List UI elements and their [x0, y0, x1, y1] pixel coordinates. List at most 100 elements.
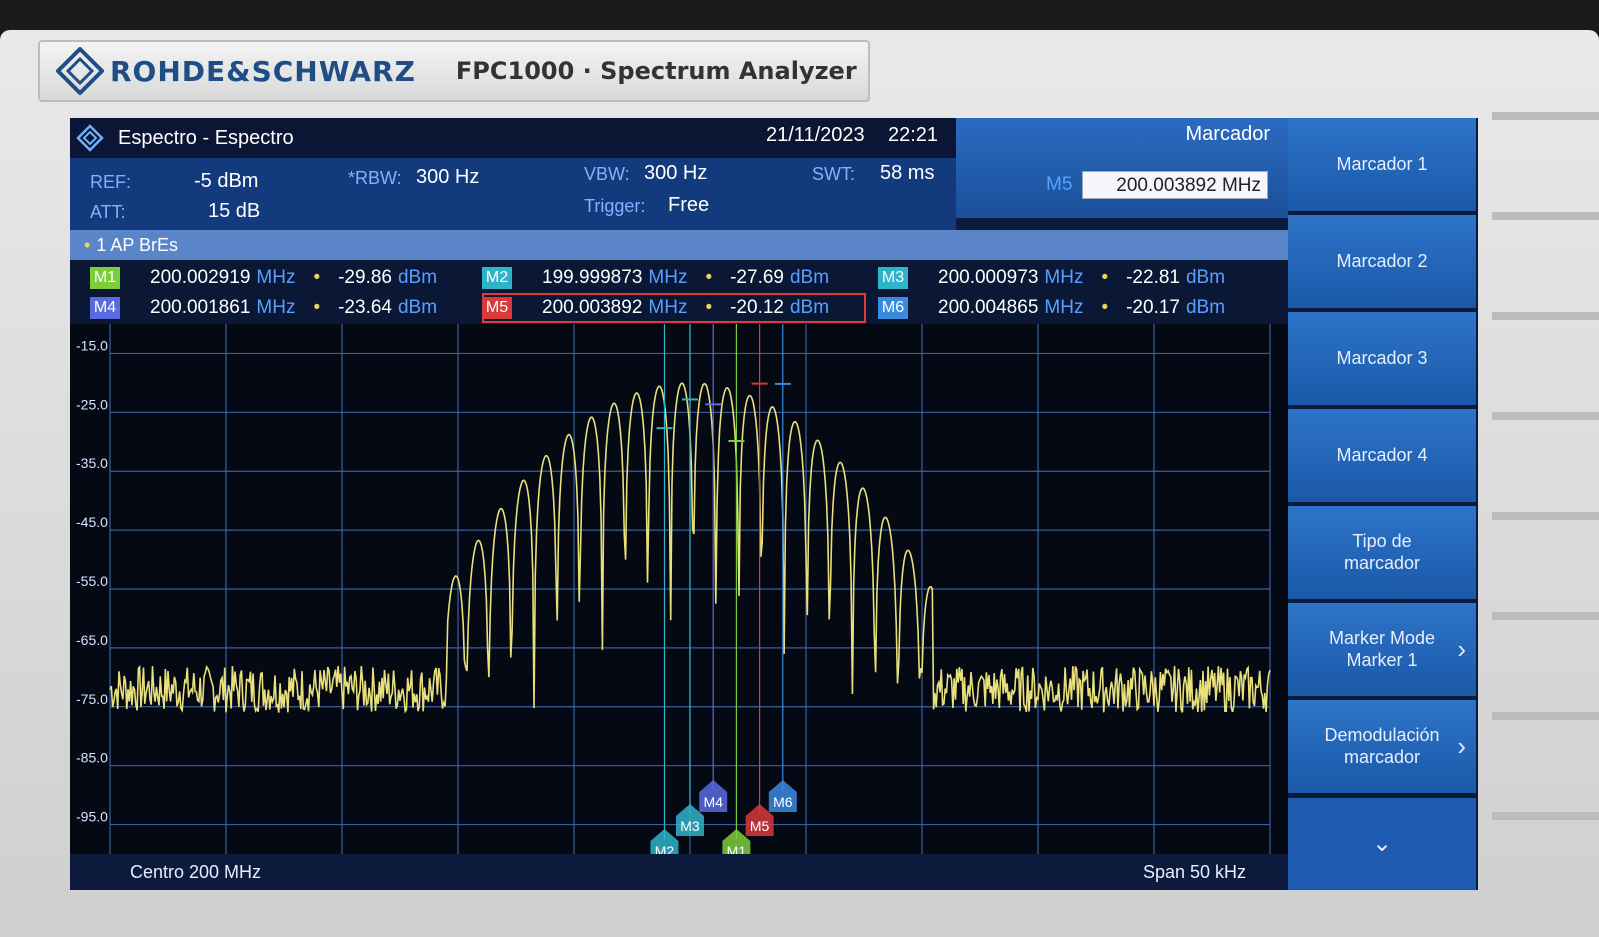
- marker-separator-dot: •: [705, 297, 713, 318]
- marker-separator-dot: •: [313, 267, 321, 288]
- y-tick-label: -45.0: [76, 514, 108, 530]
- ref-label: REF:: [90, 172, 132, 192]
- marker-level-unit: dBm: [789, 297, 830, 318]
- marker-row-m4[interactable]: M4 200.001861 MHz • -23.64 dBm: [90, 294, 437, 322]
- marker-level-unit: dBm: [397, 267, 438, 288]
- marker-panel-header: Marcador M5 200.003892 MHz: [956, 118, 1288, 218]
- marker-row-m2[interactable]: M2 199.999873 MHz • -27.69 dBm: [482, 264, 829, 292]
- y-tick-label: -15.0: [76, 337, 108, 353]
- marker-flag-label: M6: [773, 794, 793, 810]
- softkey-label: Tipo de marcador: [1343, 530, 1421, 573]
- page-title: Espectro - Espectro: [118, 126, 294, 149]
- marker-panel-title: Marcador: [1185, 123, 1270, 145]
- marker-badge: M5: [482, 297, 512, 319]
- softkey-1[interactable]: Marcador 1: [1288, 118, 1476, 214]
- softkey-label: Marcador 2: [1336, 250, 1428, 271]
- marker-level-unit: dBm: [397, 297, 438, 318]
- softkey-3[interactable]: Marcador 3: [1288, 312, 1476, 408]
- softkey-panel: ⌄ Marcador 1 Marcador 2 Marcador 3 Marcador…: [1288, 118, 1478, 890]
- hardware-key-divider: [1492, 812, 1599, 820]
- ref-value[interactable]: -5 dBm: [194, 170, 258, 193]
- marker-separator-dot: •: [1101, 297, 1109, 318]
- marker-frequency: 200.000973: [938, 267, 1039, 288]
- marker-level: -20.12: [730, 297, 784, 318]
- att-label: ATT:: [90, 202, 126, 222]
- marker-frequency-input[interactable]: 200.003892 MHz: [1082, 171, 1268, 199]
- marker-badge: M4: [90, 297, 120, 319]
- softkey-5[interactable]: Tipo de marcador: [1288, 506, 1476, 602]
- marker-level-unit: dBm: [789, 267, 830, 288]
- y-tick-label: -65.0: [76, 632, 108, 648]
- marker-table: M1 200.002919 MHz • -29.86 dBm M2 199.999873 MHz…: [70, 260, 1288, 324]
- marker-separator-dot: •: [705, 267, 713, 288]
- marker-level: -23.64: [338, 297, 392, 318]
- att-value[interactable]: 15 dB: [208, 200, 260, 223]
- vbw-label: VBW:: [584, 164, 630, 184]
- softkey-label: Demodulación marcador: [1324, 724, 1440, 767]
- chevron-right-icon: ›: [1457, 730, 1466, 761]
- trigger-value[interactable]: Free: [668, 194, 709, 217]
- marker-separator-dot: •: [313, 297, 321, 318]
- marker-level-unit: dBm: [1185, 267, 1226, 288]
- marker-level: -20.17: [1126, 297, 1180, 318]
- y-tick-label: -25.0: [76, 396, 108, 412]
- marker-level: -29.86: [338, 267, 392, 288]
- softkey-7[interactable]: Demodulación marcador ›: [1288, 700, 1476, 796]
- marker-frequency: 200.004865: [938, 297, 1039, 318]
- analyzer-screen: Espectro - Espectro 21/11/2023 22:21 Mar…: [70, 118, 1478, 890]
- plot-background: [70, 324, 1288, 890]
- vbw-value[interactable]: 300 Hz: [644, 162, 707, 185]
- y-tick-label: -85.0: [76, 750, 108, 766]
- rbw-value[interactable]: 300 Hz: [416, 166, 479, 189]
- chevron-down-icon[interactable]: ⌄: [1288, 798, 1476, 890]
- measurement-settings: REF: -5 dBm ATT: 15 dB *RBW: 300 Hz VBW:…: [70, 158, 956, 230]
- marker-level: -22.81: [1126, 267, 1180, 288]
- softkey-4[interactable]: Marcador 4: [1288, 409, 1476, 505]
- marker-flag-label: M5: [750, 818, 770, 834]
- softkey-label: Marcador 4: [1336, 444, 1428, 465]
- y-tick-label: -55.0: [76, 573, 108, 589]
- y-tick-label: -35.0: [76, 455, 108, 471]
- hardware-key-divider: [1492, 512, 1599, 520]
- marker-frequency-unit: MHz: [648, 267, 688, 288]
- hardware-key-divider: [1492, 112, 1599, 120]
- marker-row-m6[interactable]: M6 200.004865 MHz • -20.17 dBm: [878, 294, 1225, 322]
- marker-frequency: 200.002919: [150, 267, 251, 288]
- softkey-6[interactable]: Marker Mode Marker 1 ›: [1288, 603, 1476, 699]
- brand-plate: ROHDE&SCHWARZ FPC1000 · Spectrum Analyze…: [38, 40, 870, 102]
- title-bar: Espectro - Espectro 21/11/2023 22:21: [70, 118, 956, 158]
- hardware-key-divider: [1492, 312, 1599, 320]
- hardware-key-divider: [1492, 712, 1599, 720]
- softkey-label: Marcador 1: [1336, 153, 1428, 174]
- rs-logo-icon: [56, 47, 104, 95]
- marker-row-m1[interactable]: M1 200.002919 MHz • -29.86 dBm: [90, 264, 437, 292]
- hardware-key-divider: [1492, 412, 1599, 420]
- marker-badge: M2: [482, 267, 512, 289]
- marker-separator-dot: •: [1101, 267, 1109, 288]
- marker-frequency-unit: MHz: [648, 297, 688, 318]
- marker-frequency-unit: MHz: [1044, 297, 1084, 318]
- marker-row-m3[interactable]: M3 200.000973 MHz • -22.81 dBm: [878, 264, 1225, 292]
- marker-row-m5[interactable]: M5 200.003892 MHz • -20.12 dBm: [482, 294, 829, 322]
- marker-level: -27.69: [730, 267, 784, 288]
- brand-name: ROHDE&SCHWARZ: [110, 54, 416, 88]
- marker-badge: M6: [878, 297, 908, 319]
- swt-label: SWT:: [812, 164, 855, 184]
- spectrum-plot[interactable]: -15.0 -25.0 -35.0 -45.0 -55.0 -65.0 -75.0 -85.0…: [70, 324, 1288, 890]
- y-tick-label: -75.0: [76, 691, 108, 707]
- swt-value[interactable]: 58 ms: [880, 162, 934, 185]
- softkey-label: Marcador 3: [1336, 347, 1428, 368]
- rbw-label: *RBW:: [348, 168, 402, 188]
- marker-frequency-unit: MHz: [256, 267, 296, 288]
- marker-badge: M3: [878, 267, 908, 289]
- softkey-2[interactable]: Marcador 2: [1288, 215, 1476, 311]
- marker-frequency-unit: MHz: [256, 297, 296, 318]
- hardware-key-divider: [1492, 612, 1599, 620]
- marker-entry-label: M5: [1046, 174, 1073, 195]
- trace-label: 1 AP BrEs: [96, 235, 179, 255]
- hardware-key-divider: [1492, 212, 1599, 220]
- marker-frequency: 200.003892: [542, 297, 643, 318]
- marker-flag-label: M4: [703, 794, 723, 810]
- marker-flag-label: M3: [680, 818, 700, 834]
- marker-frequency: 199.999873: [542, 267, 643, 288]
